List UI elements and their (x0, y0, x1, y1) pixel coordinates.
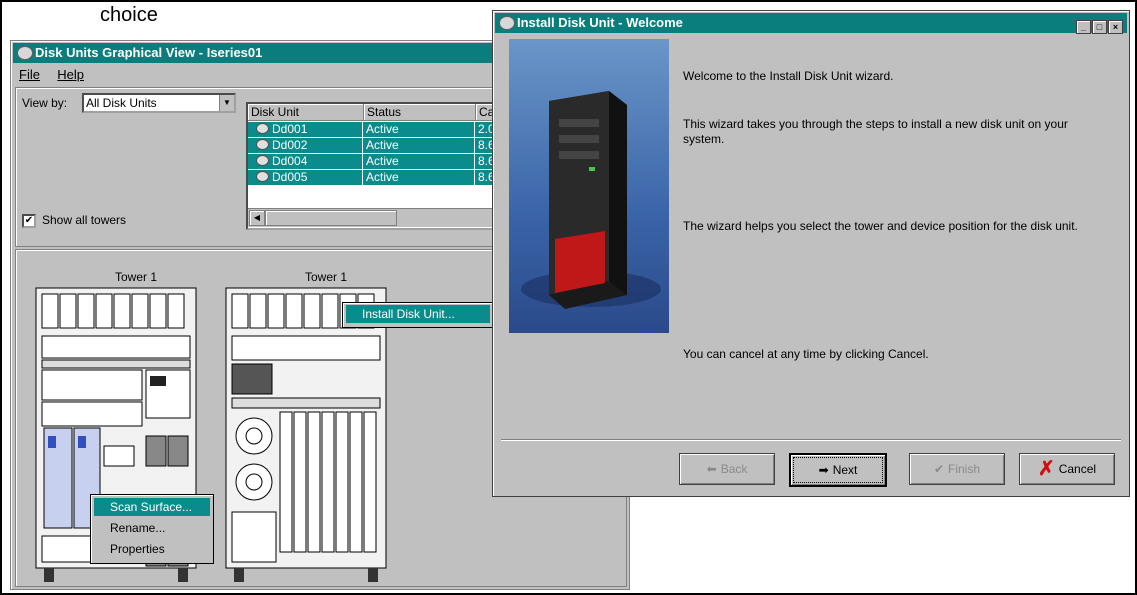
wizard-cancel-hint: You can cancel at any time by clicking C… (683, 347, 929, 361)
cancel-button[interactable]: ✗ Cancel (1019, 453, 1115, 485)
table-row[interactable]: Dd001 Active 2.0 (248, 122, 500, 137)
next-label: Next (832, 463, 858, 477)
window-controls: _ □ × (1075, 16, 1123, 36)
disk-unit-name: Dd005 (272, 170, 308, 184)
tower-2-graphic[interactable] (224, 286, 388, 584)
close-icon[interactable]: × (1108, 20, 1123, 34)
cell-disk-unit: Dd001 (248, 122, 363, 137)
arrow-left-icon: ⬅ (706, 462, 717, 476)
menu-item-rename[interactable]: Rename... (94, 519, 210, 537)
wizard-help-text: The wizard helps you select the tower an… (683, 219, 1078, 233)
disk-unit-icon (256, 139, 269, 150)
column-header-disk-unit[interactable]: Disk Unit (248, 104, 364, 121)
cell-status: Active (364, 154, 475, 169)
view-by-value: All Disk Units (86, 96, 157, 110)
back-button[interactable]: ⬅ Back (679, 453, 775, 485)
minimize-icon[interactable]: _ (1076, 20, 1091, 34)
menu-item-scan-surface[interactable]: Scan Surface... (94, 498, 210, 516)
disk-unit-name: Dd002 (272, 138, 308, 152)
disk-unit-icon (256, 155, 269, 166)
scrollbar-thumb[interactable] (265, 210, 397, 226)
install-disk-unit-wizard: Install Disk Unit - Welcome _ □ × Welcome … (492, 10, 1130, 497)
finish-label: Finish (948, 462, 981, 476)
wizard-description-text: This wizard takes you through the steps … (683, 117, 1068, 146)
cell-status: Active (364, 138, 475, 153)
checkmark-icon[interactable]: ✔ (22, 214, 36, 228)
cell-status: Active (364, 170, 475, 185)
cell-disk-unit: Dd004 (248, 154, 363, 169)
cell-status: Active (364, 122, 475, 137)
cell-disk-unit: Dd002 (248, 138, 363, 153)
next-button[interactable]: ➡ Next (789, 453, 887, 487)
disk-icon (499, 16, 515, 30)
view-by-select[interactable]: All Disk Units ▼ (82, 93, 236, 113)
back-label: Back (720, 462, 748, 476)
wizard-titlebar[interactable]: Install Disk Unit - Welcome _ □ × (495, 13, 1127, 36)
column-header-status[interactable]: Status (364, 104, 476, 121)
view-by-label: View by: (22, 96, 68, 110)
menu-help[interactable]: Help (57, 67, 84, 82)
cancel-x-icon: ✗ (1037, 458, 1055, 480)
cancel-label: Cancel (1058, 462, 1097, 476)
wizard-separator (501, 439, 1121, 441)
caption-text: choice (100, 4, 158, 26)
chevron-down-icon[interactable]: ▼ (219, 95, 234, 111)
maximize-icon[interactable]: □ (1092, 20, 1107, 34)
table-row[interactable]: Dd004 Active 8.6 (248, 154, 500, 169)
server-illustration (509, 39, 669, 333)
show-all-towers-label: Show all towers (42, 213, 127, 227)
finish-button[interactable]: ✔ Finish (909, 453, 1005, 485)
table-row[interactable]: Dd002 Active 8.6 (248, 138, 500, 153)
disk-unit-icon (256, 123, 269, 134)
wizard-welcome-text: Welcome to the Install Disk Unit wizard. (683, 69, 894, 83)
window-title: Disk Units Graphical View - Iseries01 (35, 45, 263, 60)
menu-file[interactable]: File (19, 67, 40, 82)
tower-context-menu: Install Disk Unit... (342, 302, 494, 328)
show-all-towers-checkbox[interactable]: ✔ Show all towers (22, 212, 202, 228)
arrow-right-icon: ➡ (818, 463, 829, 477)
table-row[interactable]: Dd005 Active 8.6 (248, 170, 500, 185)
menu-item-properties[interactable]: Properties (94, 540, 210, 558)
disk-icon (17, 46, 33, 60)
menu-item-install-disk-unit[interactable]: Install Disk Unit... (346, 305, 490, 323)
tower-label: Tower 1 (304, 270, 348, 284)
disk-unit-name: Dd004 (272, 154, 308, 168)
horizontal-scrollbar[interactable]: ◀ (248, 208, 500, 227)
window-title: Install Disk Unit - Welcome (517, 15, 683, 30)
tower-label: Tower 1 (114, 270, 158, 284)
disk-unit-icon (256, 171, 269, 182)
server-tower-icon (521, 91, 661, 309)
disk-context-menu: Scan Surface... Rename... Properties (90, 494, 214, 564)
disk-unit-name: Dd001 (272, 122, 308, 136)
scroll-left-icon[interactable]: ◀ (249, 210, 265, 226)
checkmark-icon: ✔ (933, 462, 945, 476)
disk-unit-table: Disk Unit Status Ca Dd001 Active 2.0 Dd0… (246, 102, 502, 230)
cell-disk-unit: Dd005 (248, 170, 363, 185)
